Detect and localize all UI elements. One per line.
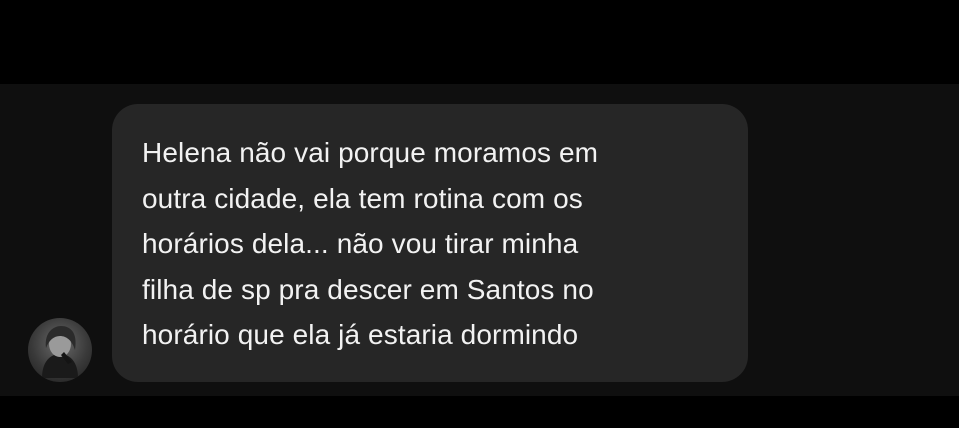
sender-avatar[interactable]: [28, 318, 92, 382]
message-bubble[interactable]: Helena não vai porque moramos em outra c…: [112, 104, 748, 382]
message-text: Helena não vai porque moramos em outra c…: [142, 137, 599, 350]
avatar-photo-icon: [42, 326, 78, 378]
